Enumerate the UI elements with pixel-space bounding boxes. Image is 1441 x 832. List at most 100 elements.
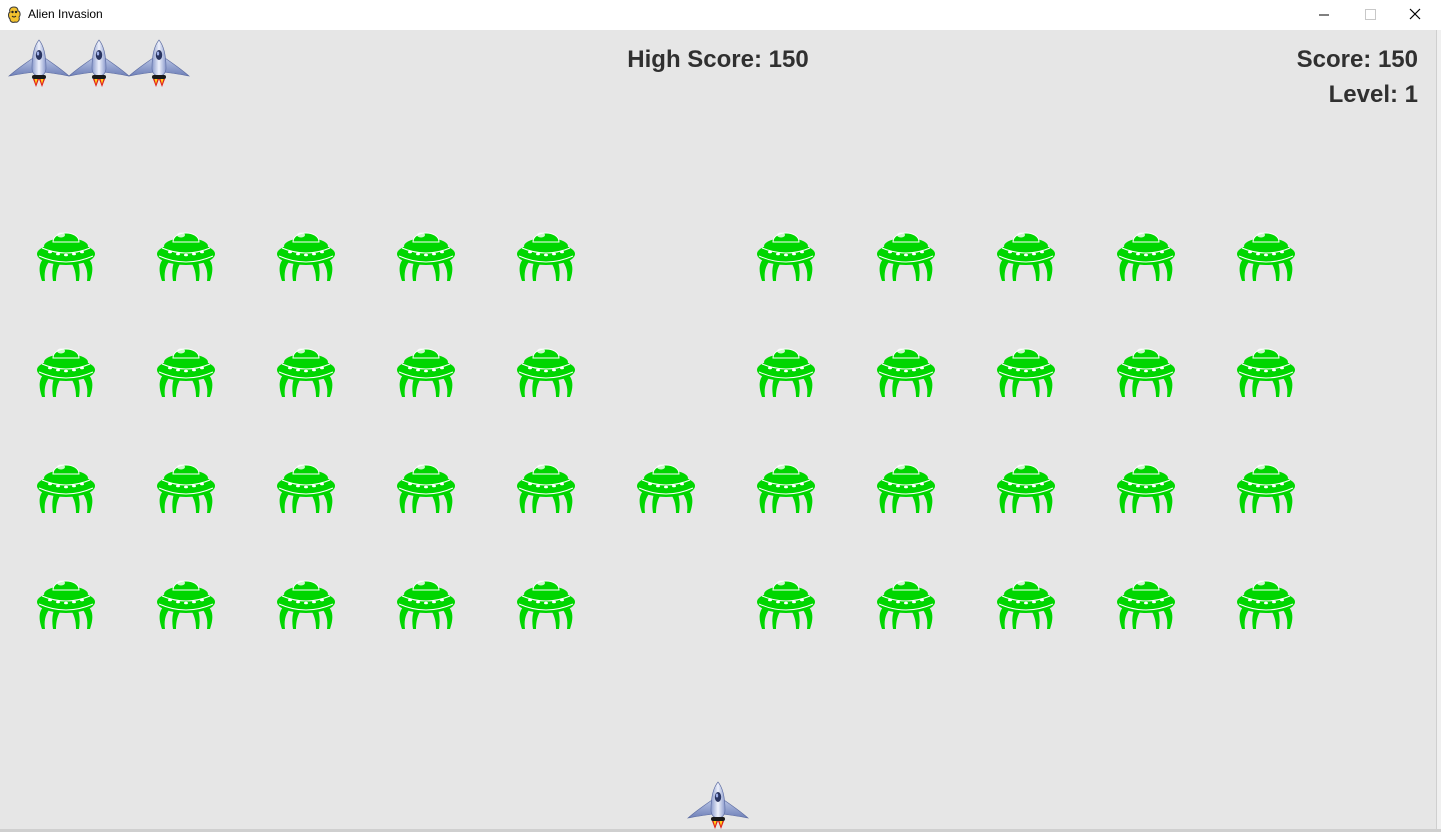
alien (36, 572, 96, 630)
ufo-alien-icon (997, 348, 1055, 397)
ufo-alien-icon (397, 232, 455, 281)
rocket-ship-icon (128, 39, 190, 87)
score-label: Score: 150 (1296, 46, 1418, 73)
ufo-alien-icon (997, 464, 1055, 513)
alien (396, 224, 456, 282)
alien (1116, 456, 1176, 514)
alien (516, 340, 576, 398)
ufo-alien-icon (997, 580, 1055, 629)
alien (636, 456, 696, 514)
high-score-label: High Score: 150 (627, 46, 809, 73)
life-ship (128, 38, 190, 88)
close-button[interactable] (1393, 0, 1439, 30)
alien (276, 340, 336, 398)
alien (36, 456, 96, 514)
alien (756, 224, 816, 282)
alien (156, 456, 216, 514)
rocket-ship-icon (68, 39, 130, 87)
ufo-alien-icon (997, 232, 1055, 281)
ufo-alien-icon (757, 464, 815, 513)
alien (996, 224, 1056, 282)
ufo-alien-icon (1237, 232, 1295, 281)
ufo-alien-icon (1117, 348, 1175, 397)
ufo-alien-icon (517, 348, 575, 397)
alien (516, 572, 576, 630)
ufo-alien-icon (277, 580, 335, 629)
level-label: Level: 1 (1328, 81, 1418, 108)
rocket-ship-icon (687, 781, 749, 829)
ufo-alien-icon (157, 580, 215, 629)
ufo-alien-icon (877, 464, 935, 513)
ufo-alien-icon (877, 580, 935, 629)
ufo-alien-icon (757, 348, 815, 397)
minimize-button[interactable] (1301, 0, 1347, 30)
alien (1236, 224, 1296, 282)
alien (1236, 456, 1296, 514)
alien (36, 340, 96, 398)
ufo-alien-icon (397, 464, 455, 513)
ufo-alien-icon (517, 464, 575, 513)
life-ship (68, 38, 130, 88)
game-window: Alien Invasion High Score: 150 Score: 15… (0, 0, 1441, 832)
ufo-alien-icon (517, 580, 575, 629)
alien (996, 572, 1056, 630)
ufo-alien-icon (1117, 580, 1175, 629)
maximize-button[interactable] (1347, 0, 1393, 30)
ufo-alien-icon (1237, 348, 1295, 397)
alien (156, 224, 216, 282)
player-ship-sprite (687, 780, 749, 830)
rocket-ship-icon (8, 39, 70, 87)
ufo-alien-icon (397, 348, 455, 397)
alien (36, 224, 96, 282)
alien (876, 572, 936, 630)
maximize-icon (1365, 9, 1376, 20)
ufo-alien-icon (1237, 464, 1295, 513)
life-ship (8, 38, 70, 88)
ufo-alien-icon (277, 464, 335, 513)
alien (756, 340, 816, 398)
ufo-alien-icon (757, 580, 815, 629)
alien (1116, 340, 1176, 398)
alien (516, 224, 576, 282)
ufo-alien-icon (157, 348, 215, 397)
alien (276, 456, 336, 514)
ufo-alien-icon (637, 464, 695, 513)
window-title: Alien Invasion (28, 7, 103, 21)
alien (1116, 224, 1176, 282)
alien (156, 572, 216, 630)
ufo-alien-icon (877, 348, 935, 397)
ufo-alien-icon (1237, 580, 1295, 629)
ufo-alien-icon (277, 348, 335, 397)
alien (276, 224, 336, 282)
minimize-icon (1319, 14, 1329, 16)
alien (876, 224, 936, 282)
ufo-alien-icon (157, 232, 215, 281)
alien (876, 340, 936, 398)
game-canvas[interactable]: High Score: 150 Score: 150 Level: 1 (0, 30, 1436, 830)
alien (276, 572, 336, 630)
ufo-alien-icon (757, 232, 815, 281)
alien (156, 340, 216, 398)
ufo-alien-icon (37, 232, 95, 281)
alien (516, 456, 576, 514)
title-bar[interactable]: Alien Invasion (0, 0, 1441, 30)
ufo-alien-icon (37, 580, 95, 629)
ufo-alien-icon (397, 580, 455, 629)
ufo-alien-icon (157, 464, 215, 513)
alien (996, 456, 1056, 514)
alien (396, 340, 456, 398)
ufo-alien-icon (517, 232, 575, 281)
alien (996, 340, 1056, 398)
alien (1116, 572, 1176, 630)
alien (1236, 572, 1296, 630)
ufo-alien-icon (1117, 232, 1175, 281)
ufo-alien-icon (877, 232, 935, 281)
alien (756, 572, 816, 630)
window-border-right (1436, 30, 1441, 832)
alien (756, 456, 816, 514)
ufo-alien-icon (1117, 464, 1175, 513)
ufo-alien-icon (277, 232, 335, 281)
alien (1236, 340, 1296, 398)
ufo-alien-icon (37, 348, 95, 397)
ufo-alien-icon (37, 464, 95, 513)
